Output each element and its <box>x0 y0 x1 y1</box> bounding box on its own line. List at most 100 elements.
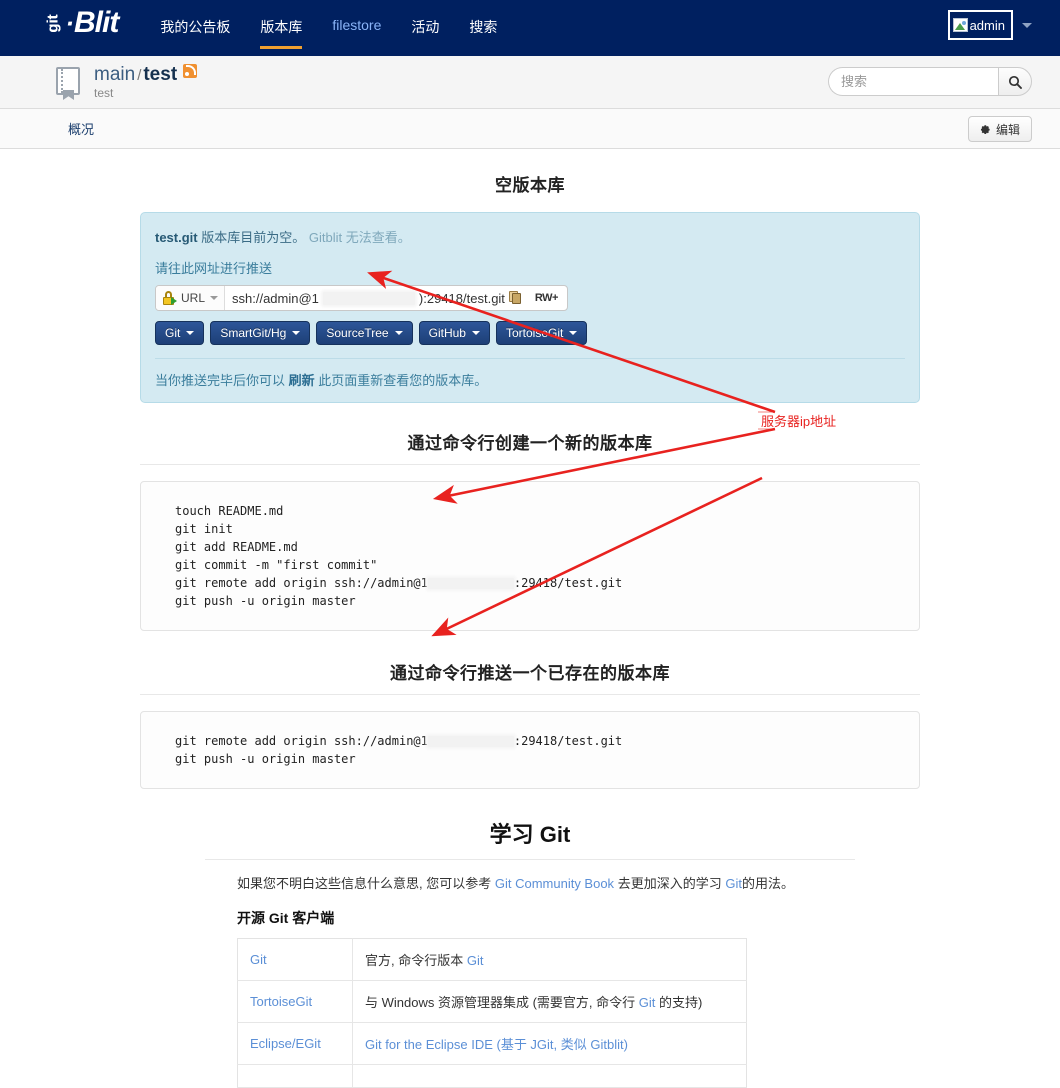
create-repo-heading: 通过命令行创建一个新的版本库 <box>407 434 653 453</box>
gitblit-logo[interactable]: git · Blit <box>44 6 120 39</box>
clone-url-suffix: ):29418/test.git <box>418 290 505 306</box>
breadcrumb: main / test <box>94 63 198 85</box>
breadcrumb-separator: / <box>137 66 142 84</box>
url-protocol-selector[interactable]: URL <box>156 286 225 310</box>
client-button-smartgit[interactable]: SmartGit/Hg <box>210 321 311 345</box>
table-row <box>237 1064 747 1088</box>
search-input[interactable] <box>828 67 998 96</box>
client-name-cell <box>237 1064 353 1088</box>
annotation-label: 服务器ip地址 <box>761 414 837 429</box>
search-icon <box>1008 75 1022 89</box>
create-repo-code-block[interactable]: touch README.md git init git add README.… <box>140 481 920 631</box>
code-line: touch README.md <box>175 504 284 518</box>
learn-para-pre: 如果您不明白这些信息什么意思, 您可以参考 <box>237 876 492 891</box>
opensource-clients-heading: 开源 Git 客户端 <box>237 910 335 926</box>
client-desc-post: 的支持) <box>659 995 703 1010</box>
client-button-git[interactable]: Git <box>155 321 205 345</box>
table-row: TortoiseGit 与 Windows 资源管理器集成 (需要官方, 命令行… <box>237 980 747 1023</box>
empty-repo-message-rest: 版本库目前为空。 <box>201 230 306 245</box>
client-button-label: Git <box>165 326 181 340</box>
learn-para-mid: 去更加深入的学习 <box>617 876 722 891</box>
push-existing-heading: 通过命令行推送一个已存在的版本库 <box>390 664 670 683</box>
client-link[interactable]: Eclipse/EGit <box>250 1036 321 1051</box>
code-line: git add README.md <box>175 540 298 554</box>
repository-title-block: main / test test <box>94 63 198 100</box>
client-button-tortoisegit[interactable]: TortoiseGit <box>495 321 588 345</box>
nav-item-activity[interactable]: 活动 <box>411 17 439 49</box>
chevron-down-icon[interactable] <box>1022 22 1032 28</box>
chevron-down-icon <box>292 331 301 335</box>
client-button-label: SourceTree <box>326 326 389 340</box>
user-chip[interactable]: admin <box>947 10 1013 40</box>
client-desc-pre: 官方, 命令行版本 <box>365 953 464 968</box>
client-desc-pre: 与 Windows 资源管理器集成 (需要官方, 命令行 <box>365 995 636 1010</box>
code-line-remote: git remote add origin ssh://admin@1:2941… <box>175 576 623 590</box>
push-existing-code-block[interactable]: git remote add origin ssh://admin@1:2941… <box>140 711 920 789</box>
copy-to-clipboard-icon[interactable] <box>508 291 522 305</box>
nav-item-dashboard[interactable]: 我的公告板 <box>160 17 230 49</box>
panel-divider <box>155 358 905 359</box>
chevron-down-icon[interactable] <box>210 296 219 300</box>
empty-repo-heading: 空版本库 <box>495 176 565 195</box>
username-label: admin <box>969 17 1005 33</box>
tab-overview[interactable]: 概况 <box>68 119 94 138</box>
breadcrumb-project[interactable]: main <box>94 64 135 85</box>
client-desc-git: Git <box>638 995 656 1010</box>
nav-item-repositories[interactable]: 版本库 <box>260 17 303 49</box>
logo-blit-text: Blit <box>74 6 119 39</box>
nav-item-search[interactable]: 搜索 <box>469 17 497 49</box>
code-line: git push -u origin master <box>175 752 356 766</box>
client-name-cell: TortoiseGit <box>237 980 353 1023</box>
table-row: Git 官方, 命令行版本 Git <box>237 938 747 981</box>
refresh-link[interactable]: 刷新 <box>289 373 315 388</box>
empty-repo-message: test.git 版本库目前为空。 Gitblit 无法查看。 <box>155 227 905 246</box>
repository-header: main / test test <box>0 56 1060 109</box>
clone-url-prefix: ssh://admin@1 <box>232 290 319 306</box>
user-menu[interactable]: admin <box>947 10 1032 40</box>
git-clients-table: Git 官方, 命令行版本 Git TortoiseGit 与 Windows … <box>237 938 747 1088</box>
learn-git-divider <box>205 859 855 860</box>
client-desc-cell: 官方, 命令行版本 Git <box>352 938 747 981</box>
push-existing-divider <box>140 694 920 695</box>
git-client-button-row: Git SmartGit/Hg SourceTree GitHub Tortoi… <box>155 321 905 345</box>
table-row: Eclipse/EGit Git for the Eclipse IDE (基于… <box>237 1022 747 1065</box>
client-button-sourcetree[interactable]: SourceTree <box>316 321 413 345</box>
gear-icon <box>980 124 991 135</box>
client-desc-cell: 与 Windows 资源管理器集成 (需要官方, 命令行 Git 的支持) <box>352 980 747 1023</box>
learn-git-heading: 学习 Git <box>489 822 571 847</box>
search-button[interactable] <box>998 67 1032 96</box>
client-desc-pre: Git for the Eclipse IDE (基于 JGit, 类似 Git… <box>365 1037 628 1052</box>
logo-git-text: git <box>44 13 62 33</box>
client-desc-git: Git <box>466 953 484 968</box>
client-desc-cell <box>352 1064 747 1088</box>
edit-button[interactable]: 编辑 <box>967 116 1032 142</box>
client-link[interactable]: Git <box>250 952 267 967</box>
repository-tab-bar: 概况 编辑 <box>0 109 1060 149</box>
push-footer-text: 当你推送完毕后你可以 刷新 此页面重新查看您的版本库。 <box>155 370 905 389</box>
code-line: git commit -m "first commit" <box>175 558 378 572</box>
clone-url-value[interactable]: ssh://admin@1 ):29418/test.git <box>224 286 527 310</box>
push-footer-pre: 当你推送完毕后你可以 <box>155 373 286 388</box>
empty-repo-message-muted: Gitblit 无法查看。 <box>308 230 411 245</box>
code-line-remote: git remote add origin ssh://admin@1:2941… <box>175 734 623 748</box>
repo-file-name: test.git <box>155 230 198 245</box>
push-prompt-label: 请往此网址进行推送 <box>155 261 273 276</box>
breadcrumb-repo-name[interactable]: test <box>143 64 177 85</box>
git-community-book-link[interactable]: Git Community Book <box>495 876 614 891</box>
page-content: 空版本库 test.git 版本库目前为空。 Gitblit 无法查看。 请往此… <box>0 171 1060 1088</box>
nav-links: 我的公告板 版本库 filestore 活动 搜索 <box>160 17 527 49</box>
client-link[interactable]: TortoiseGit <box>250 994 312 1009</box>
url-protocol-label: URL <box>181 291 206 305</box>
client-name-cell: Git <box>237 938 353 981</box>
access-permission-label: RW+ <box>534 292 559 304</box>
clone-url-bar: URL ssh://admin@1 ):29418/test.git RW+ <box>155 285 568 311</box>
nav-item-filestore[interactable]: filestore <box>332 17 381 45</box>
rss-feed-icon[interactable] <box>183 63 198 78</box>
chevron-down-icon <box>471 331 480 335</box>
learn-para-post: 的用法。 <box>741 876 794 891</box>
push-footer-post: 此页面重新查看您的版本库。 <box>318 373 488 388</box>
client-desc-cell: Git for the Eclipse IDE (基于 JGit, 类似 Git… <box>352 1022 747 1065</box>
client-button-github[interactable]: GitHub <box>418 321 490 345</box>
code-line: git init <box>175 522 233 536</box>
code-line: git push -u origin master <box>175 594 356 608</box>
